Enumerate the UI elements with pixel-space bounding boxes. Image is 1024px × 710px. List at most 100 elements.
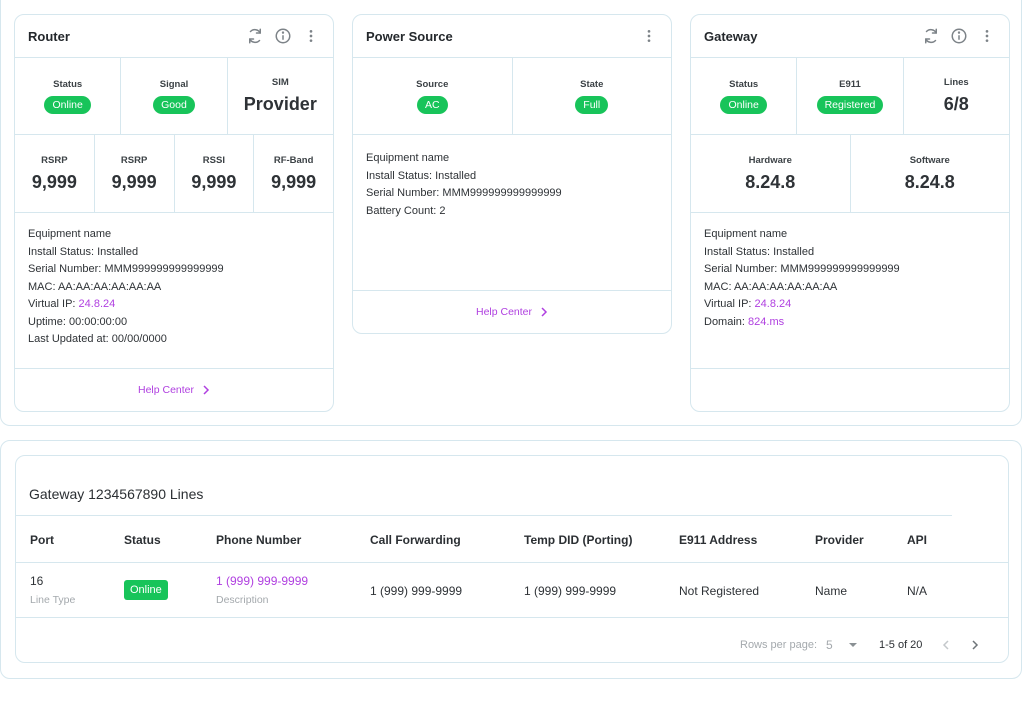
column-header-e911-address[interactable]: E911 Address bbox=[679, 533, 757, 547]
lines-table-card: Gateway 1234567890 Lines Port Status Pho… bbox=[15, 455, 1009, 663]
mac-address: MAC: AA:AA:AA:AA:AA:AA bbox=[704, 280, 838, 293]
domain-row: Domain: 824.ms bbox=[704, 314, 996, 332]
sim-value: Provider bbox=[243, 94, 317, 114]
divider bbox=[16, 617, 1008, 618]
stat-label: Lines bbox=[943, 77, 969, 88]
column-header-phone-number[interactable]: Phone Number bbox=[216, 533, 301, 547]
power-footer: Help Center bbox=[353, 290, 671, 333]
source-badge: AC bbox=[416, 95, 448, 114]
help-center-link[interactable]: Help Center bbox=[138, 384, 210, 396]
router-sim-cell: SIM Provider bbox=[228, 58, 333, 134]
lines-value: 6/8 bbox=[943, 94, 969, 114]
router-rf-band-cell: RF-Band 9,999 bbox=[254, 135, 333, 212]
stat-label: SIM bbox=[271, 77, 289, 88]
gateway-title: Gateway bbox=[704, 28, 758, 44]
call-forwarding-value: 1 (999) 999-9999 bbox=[370, 584, 463, 598]
gateway-software-cell: Software 8.24.8 bbox=[851, 135, 1010, 212]
refresh-icon[interactable] bbox=[245, 26, 265, 46]
gateway-actions bbox=[921, 26, 997, 46]
power-card-header: Power Source bbox=[353, 15, 671, 58]
more-vertical-icon[interactable] bbox=[977, 26, 997, 46]
gateway-stats-bottom: Hardware 8.24.8 Software 8.24.8 bbox=[691, 135, 1009, 213]
stat-label: RF-Band bbox=[273, 154, 314, 166]
stat-label: Status bbox=[729, 78, 759, 90]
virtual-ip-link[interactable]: 24.8.24 bbox=[755, 298, 792, 310]
stat-value: 9,999 bbox=[111, 171, 157, 192]
more-vertical-icon[interactable] bbox=[639, 26, 659, 46]
port-value: 16 bbox=[30, 574, 44, 588]
table-title: Gateway 1234567890 Lines bbox=[29, 486, 204, 502]
rows-per-page-select[interactable]: 5 bbox=[826, 638, 858, 652]
domain-link[interactable]: 824.ms bbox=[748, 316, 784, 328]
virtual-ip-link[interactable]: 24.8.24 bbox=[79, 298, 116, 310]
power-state-cell: State Full bbox=[513, 58, 672, 134]
column-header-call-forwarding[interactable]: Call Forwarding bbox=[370, 533, 461, 547]
router-stats-top: Status Online Signal Good SIM Provider bbox=[15, 58, 333, 135]
temp-did-value: 1 (999) 999-9999 bbox=[524, 584, 617, 598]
status-badge: Online bbox=[124, 580, 168, 600]
gateway-lines-cell: Lines 6/8 bbox=[904, 58, 1009, 134]
e911-address-value: Not Registered bbox=[679, 584, 760, 598]
equipment-name: Equipment name bbox=[704, 228, 788, 240]
router-card: Router Status Online Signal Good SIM Pro… bbox=[14, 14, 334, 412]
e911-badge: Registered bbox=[816, 95, 884, 114]
info-icon[interactable] bbox=[273, 26, 293, 46]
equipment-name: Equipment name bbox=[28, 228, 112, 240]
router-footer: Help Center bbox=[15, 368, 333, 411]
rows-per-page-value: 5 bbox=[826, 638, 833, 652]
router-rsrp-cell: RSRP 9,999 bbox=[15, 135, 95, 212]
help-center-label: Help Center bbox=[137, 384, 195, 396]
help-center-link[interactable]: Help Center bbox=[476, 306, 548, 318]
stat-label: Hardware bbox=[748, 154, 792, 166]
column-header-temp-did[interactable]: Temp DID (Porting) bbox=[524, 533, 632, 547]
status-badge: Online bbox=[720, 95, 767, 114]
signal-badge: Good bbox=[153, 95, 195, 114]
uptime: Uptime: 00:00:00:00 bbox=[28, 315, 128, 328]
router-card-header: Router bbox=[15, 15, 333, 58]
gateway-e911-cell: E911 Registered bbox=[797, 58, 904, 134]
virtual-ip-label: Virtual IP: bbox=[704, 298, 755, 310]
gateway-status-cell: Status Online bbox=[691, 58, 798, 134]
stat-label: State bbox=[580, 78, 604, 90]
state-badge: Full bbox=[575, 95, 609, 114]
info-icon[interactable] bbox=[949, 26, 969, 46]
install-status: Install Status: Installed bbox=[28, 245, 139, 258]
column-header-status[interactable]: Status bbox=[124, 533, 161, 547]
api-value: N/A bbox=[907, 584, 928, 598]
line-type: Line Type bbox=[30, 594, 76, 606]
gateway-card: Gateway Status Online E911 Registered Li… bbox=[690, 14, 1010, 412]
mac-address: MAC: AA:AA:AA:AA:AA:AA bbox=[28, 280, 162, 293]
gateway-card-header: Gateway bbox=[691, 15, 1009, 58]
phone-number-link[interactable]: 1 (999) 999-9999 bbox=[216, 574, 308, 588]
battery-count: Battery Count: 2 bbox=[366, 204, 446, 217]
chevron-right-icon bbox=[203, 385, 210, 395]
stat-value: 9,999 bbox=[31, 171, 77, 192]
power-actions bbox=[639, 26, 659, 46]
domain-label: Domain: bbox=[704, 315, 749, 328]
install-status: Install Status: Installed bbox=[704, 245, 815, 258]
help-center-label: Help Center bbox=[475, 306, 533, 318]
power-stats: Source AC State Full bbox=[353, 58, 671, 135]
column-header-provider[interactable]: Provider bbox=[815, 533, 864, 547]
install-status: Install Status: Installed bbox=[366, 169, 477, 182]
gateway-hardware-cell: Hardware 8.24.8 bbox=[691, 135, 851, 212]
router-rssi-cell: RSSI 9,999 bbox=[175, 135, 255, 212]
router-actions bbox=[245, 26, 321, 46]
stat-label: Software bbox=[909, 154, 950, 166]
provider-value: Name bbox=[815, 584, 848, 598]
software-version: 8.24.8 bbox=[904, 171, 955, 192]
router-info: Equipment name Install Status: Installed… bbox=[15, 213, 333, 349]
stat-value: 9,999 bbox=[191, 171, 237, 192]
power-title: Power Source bbox=[366, 28, 453, 44]
divider bbox=[16, 562, 1008, 563]
more-vertical-icon[interactable] bbox=[301, 26, 321, 46]
chevron-down-icon bbox=[849, 643, 858, 647]
refresh-icon[interactable] bbox=[921, 26, 941, 46]
virtual-ip-label: Virtual IP: bbox=[28, 298, 79, 310]
column-header-api[interactable]: API bbox=[907, 533, 927, 547]
power-info: Equipment name Install Status: Installed… bbox=[353, 135, 671, 220]
pagination-range: 1-5 of 20 bbox=[879, 639, 923, 651]
column-header-port[interactable]: Port bbox=[30, 533, 54, 547]
chevron-right-icon[interactable] bbox=[971, 640, 979, 653]
chevron-left-icon[interactable] bbox=[942, 640, 950, 653]
